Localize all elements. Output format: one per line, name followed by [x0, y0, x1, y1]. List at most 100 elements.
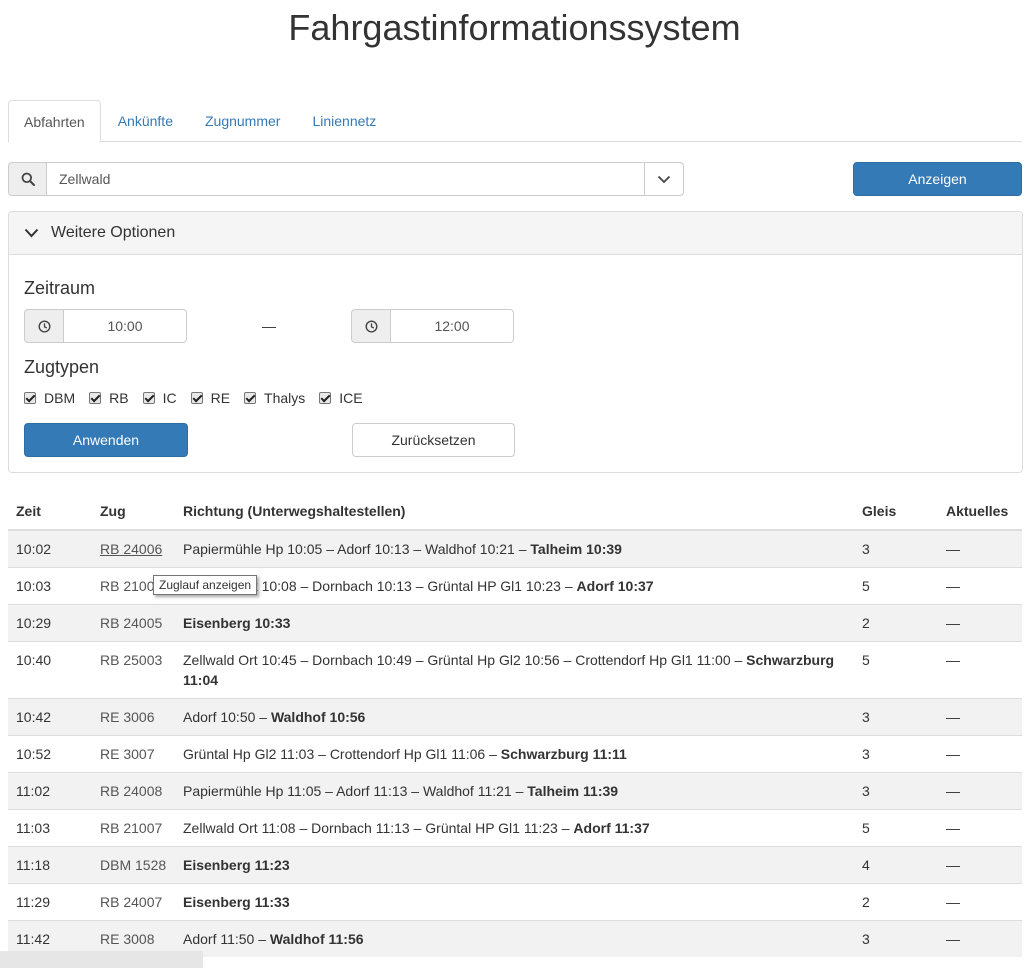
train-link[interactable]: RB 24008	[100, 783, 162, 799]
tab-arrivals[interactable]: Ankünfte	[103, 100, 188, 142]
options-panel-title: Weitere Optionen	[51, 224, 176, 241]
direction-cell: Eisenberg 10:33	[175, 604, 854, 642]
checkbox-checked-icon	[142, 392, 155, 404]
track-number: 3	[854, 735, 938, 773]
table-row: 11:18 DBM 1528 Eisenberg 11:23 4—	[8, 846, 1022, 884]
search-icon	[8, 162, 47, 196]
departure-time: 11:02	[8, 772, 92, 810]
column-header-track[interactable]: Gleis	[854, 493, 938, 531]
tooltip: Zuglauf anzeigen	[153, 575, 258, 595]
train-cell: RB 24006	[92, 529, 175, 568]
time-from-input[interactable]: 10:00	[64, 309, 187, 343]
intermediate-stops: Adorf 10:50 –	[183, 709, 271, 725]
destination: Eisenberg 10:33	[183, 615, 291, 631]
departure-time: 10:40	[8, 641, 92, 699]
train-type-ice-checkbox[interactable]: ICE	[319, 390, 363, 406]
tab-train-number[interactable]: Zugnummer	[190, 100, 295, 142]
track-number: 4	[854, 846, 938, 884]
train-link[interactable]: RB 24007	[100, 894, 162, 910]
train-type-rb-checkbox[interactable]: RB	[89, 390, 129, 406]
destination: Schwarzburg 11:11	[500, 746, 627, 762]
tab-network-map[interactable]: Liniennetz	[297, 100, 391, 142]
horizontal-scrollbar[interactable]	[0, 951, 203, 968]
destination: Adorf 10:37	[576, 578, 654, 594]
chevron-down-icon	[657, 175, 671, 183]
train-type-dbm-checkbox[interactable]: DBM	[24, 390, 75, 406]
train-types-label: Zugtypen	[24, 357, 100, 377]
news-cell: —	[938, 735, 1022, 773]
train-link[interactable]: DBM 1528	[100, 857, 166, 873]
column-header-direction[interactable]: Richtung (Unterwegshaltestellen)	[175, 493, 854, 531]
clock-icon	[24, 309, 64, 343]
track-number: 3	[854, 772, 938, 810]
intermediate-stops: Zellwald Ort 11:08 – Dornbach 11:13 – Gr…	[183, 820, 574, 836]
table-row: 10:29 RB 24005 Eisenberg 10:33 2—	[8, 604, 1022, 642]
direction-cell: Eisenberg 11:33	[175, 883, 854, 921]
departure-time: 10:29	[8, 604, 92, 642]
checkbox-checked-icon	[89, 392, 102, 404]
column-header-news[interactable]: Aktuelles	[938, 493, 1022, 531]
news-cell: —	[938, 698, 1022, 736]
checkbox-checked-icon	[190, 392, 203, 404]
train-cell: RE 3006	[92, 698, 175, 736]
time-to-group: 12:00	[351, 309, 514, 343]
table-row: 11:02 RB 24008 Papiermühle Hp 11:05 – Ador…	[8, 772, 1022, 810]
column-header-train[interactable]: Zug	[92, 493, 175, 531]
intermediate-stops: Papiermühle Hp 10:05 – Adorf 10:13 – Wal…	[183, 541, 531, 557]
track-number: 5	[854, 809, 938, 847]
news-cell: —	[938, 772, 1022, 810]
train-link[interactable]: RB 25003	[100, 652, 162, 668]
train-cell: RE 3007	[92, 735, 175, 773]
table-row: 10:40 RB 25003 Zellwald Ort 10:45 – Dornba…	[8, 641, 1022, 699]
time-to-input[interactable]: 12:00	[391, 309, 514, 343]
train-cell: DBM 1528	[92, 846, 175, 884]
train-link[interactable]: RE 3008	[100, 931, 154, 947]
departure-time: 11:29	[8, 883, 92, 921]
direction-cell: Adorf 10:50 – Waldhof 10:56	[175, 698, 854, 736]
news-cell: —	[938, 883, 1022, 921]
train-link[interactable]: RE 3006	[100, 709, 154, 725]
departures-table: Zeit Zug Richtung (Unterwegshaltestellen…	[8, 493, 1022, 957]
train-type-ic-checkbox[interactable]: IC	[142, 390, 177, 406]
station-input[interactable]	[47, 162, 644, 196]
station-dropdown-toggle[interactable]	[644, 162, 684, 196]
news-cell: —	[938, 529, 1022, 568]
train-type-re-checkbox[interactable]: RE	[190, 390, 230, 406]
news-cell: —	[938, 604, 1022, 642]
track-number: 2	[854, 883, 938, 921]
news-cell: —	[938, 920, 1022, 957]
destination: Talheim 10:39	[530, 541, 622, 557]
destination: Eisenberg 11:33	[183, 894, 290, 910]
train-link[interactable]: RE 3007	[100, 746, 154, 762]
train-link[interactable]: RB 24005	[100, 615, 162, 631]
track-number: 2	[854, 604, 938, 642]
news-cell: —	[938, 846, 1022, 884]
time-from-group: 10:00	[24, 309, 187, 343]
news-cell: —	[938, 809, 1022, 847]
train-type-filters: DBM RB IC RE Thalys ICE	[24, 390, 377, 406]
tab-departures[interactable]: Abfahrten	[8, 100, 101, 143]
train-link[interactable]: RB 24006	[100, 541, 162, 557]
train-cell: RB 24007	[92, 883, 175, 921]
train-cell: RB 24005	[92, 604, 175, 642]
track-number: 5	[854, 641, 938, 699]
intermediate-stops: Adorf 11:50 –	[183, 931, 270, 947]
direction-cell: Zellwald Ort 10:45 – Dornbach 10:49 – Gr…	[175, 641, 854, 699]
destination: Waldhof 10:56	[270, 709, 366, 725]
destination: Eisenberg 11:23	[183, 857, 290, 873]
train-type-thalys-checkbox[interactable]: Thalys	[244, 390, 305, 406]
checkbox-checked-icon	[244, 392, 257, 404]
show-button[interactable]: Anzeigen	[853, 162, 1022, 196]
reset-button[interactable]: Zurücksetzen	[352, 423, 515, 457]
train-cell: RB 25003	[92, 641, 175, 699]
apply-button[interactable]: Anwenden	[24, 423, 188, 457]
page-title: Fahrgastinformationssystem	[288, 7, 741, 48]
departure-time: 10:03	[8, 567, 92, 605]
options-panel-toggle[interactable]: Weitere Optionen	[9, 212, 1022, 255]
track-number: 3	[854, 698, 938, 736]
train-link[interactable]: RB 21007	[100, 820, 162, 836]
direction-cell: Adorf 11:50 – Waldhof 11:56	[175, 920, 854, 957]
direction-cell: Papiermühle Hp 11:05 – Adorf 11:13 – Wal…	[175, 772, 854, 810]
chevron-down-icon	[24, 228, 39, 238]
column-header-time[interactable]: Zeit	[8, 493, 92, 531]
